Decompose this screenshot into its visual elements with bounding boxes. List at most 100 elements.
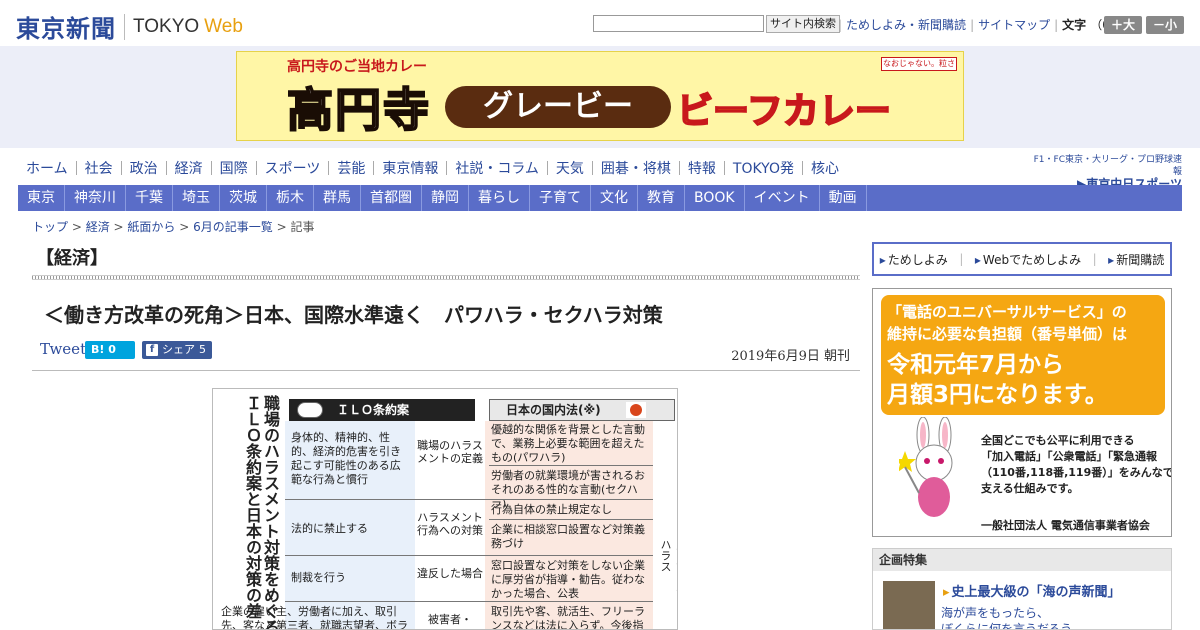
section-divider [32, 275, 860, 280]
font-size-decrease-button[interactable]: －小 [1146, 16, 1184, 34]
figure-cell: 行為自体の禁止規定なし [491, 503, 612, 516]
ad-line-3: 令和元年7月から [887, 352, 1065, 378]
web-trial-button[interactable]: Webでためしよみ [975, 251, 1081, 268]
nav-home[interactable]: ホーム [18, 158, 76, 178]
ad-line-4: 月額3円になります。 [887, 382, 1108, 408]
chunichi-tagline: F1・FC東京・大リーグ・プロ野球速報 [1033, 155, 1182, 177]
search-input[interactable] [593, 15, 764, 32]
hatena-bookmark-button[interactable]: B! 0 [85, 341, 135, 359]
breadcrumb: トップ > 経済 > 紙面から > 6月の記事一覧 > 記事 [32, 220, 315, 234]
nav-politics[interactable]: 政治 [122, 158, 166, 178]
figure-row-label: 違反した場合 [417, 567, 483, 580]
nav2-shutoken[interactable]: 首都圏 [361, 185, 422, 211]
article-headline: ＜働き方改革の死角＞日本、国際水準遠く パワハラ・セクハラ対策 [44, 303, 663, 327]
nav-kakushin[interactable]: 核心 [803, 158, 847, 178]
secondary-nav: 東京 神奈川 千葉 埼玉 茨城 栃木 群馬 首都圏 静岡 暮らし 子育て 文化 … [18, 185, 1182, 211]
banner-beef-text: ビーフカレー [676, 90, 892, 133]
feature-heading: 企画特集 [873, 549, 1171, 571]
nav2-education[interactable]: 教育 [638, 185, 685, 211]
feature-thumbnail[interactable] [883, 581, 935, 629]
figure-title: 職場のハラスメント対策をめぐるＩＬＯ条約案と日本の対策の差 [243, 395, 280, 630]
nav2-parenting[interactable]: 子育て [530, 185, 591, 211]
japan-flag-dot [630, 404, 642, 416]
curry-ad-banner[interactable]: 高円寺のご当地カレー 高円寺 グレービー ビーフカレー なおじゃない。粒さ [236, 51, 964, 141]
breadcrumb-current: 記事 [290, 220, 315, 234]
breadcrumb-june-list[interactable]: 6月の記事一覧 [193, 220, 273, 234]
banner-main-text: 高円寺 [286, 82, 431, 138]
feature-description[interactable]: 海が声をもったら、 [941, 604, 1049, 621]
site-search-button[interactable]: サイト内検索 [766, 15, 840, 33]
nav-igo-shogi[interactable]: 囲碁・将棋 [593, 158, 679, 178]
figure-cell: 法的に禁止する [291, 522, 368, 535]
nav-international[interactable]: 国際 [212, 158, 256, 178]
nav2-living[interactable]: 暮らし [469, 185, 530, 211]
feature-title-link[interactable]: 史上最大級の「海の声新聞」 [943, 581, 1121, 600]
nav2-tokyo[interactable]: 東京 [18, 185, 65, 211]
breadcrumb-print[interactable]: 紙面から [127, 220, 175, 234]
top-links: | ためしよみ・新聞購読 | サイトマップ | 文字 （0） [834, 16, 1122, 33]
section-label: 【経済】 [36, 248, 108, 269]
banner-tag: なおじゃない。粒さ [881, 57, 957, 71]
nav2-book[interactable]: BOOK [685, 185, 745, 211]
article-figure[interactable]: 職場のハラスメント対策をめぐるＩＬＯ条約案と日本の対策の差 ＩＬＯ条約案 日本の… [212, 388, 678, 630]
nav2-culture[interactable]: 文化 [591, 185, 638, 211]
nav-special-report[interactable]: 特報 [680, 158, 724, 178]
feature-box: 企画特集 史上最大級の「海の声新聞」 海が声をもったら、 ぼくらに何を言うだろう [872, 548, 1172, 630]
nav-economy[interactable]: 経済 [167, 158, 211, 178]
facebook-icon: f [146, 344, 158, 356]
figure-cell: 企業の雇い主、労働者に加え、取引先、客など第三者、就職志望者、ボラン [221, 605, 408, 630]
figure-cell: 優越的な関係を背景とした言動で、業務上必要な範囲を超えたもの(パワハラ) [491, 423, 645, 464]
nav-weather[interactable]: 天気 [548, 158, 592, 178]
font-size-label: 文字 [1062, 18, 1087, 32]
figure-cell: 企業に相談窓口設置など対策義務づけ [491, 523, 645, 550]
site-logo[interactable]: 東京新聞 TOKYO Web [16, 9, 243, 44]
figure-cell: 制裁を行う [291, 571, 346, 584]
ad-line-2: 維持に必要な負担額（番号単価）は [887, 325, 1128, 343]
article-rule [32, 370, 860, 371]
logo-text-jp: 東京新聞 [16, 14, 116, 43]
nav2-gunma[interactable]: 群馬 [314, 185, 361, 211]
nav-entertainment[interactable]: 芸能 [329, 158, 373, 178]
logo-text-tokyo: TOKYO [133, 15, 200, 37]
breadcrumb-economy[interactable]: 経済 [86, 220, 110, 234]
nav2-events[interactable]: イベント [745, 185, 820, 211]
nav2-shizuoka[interactable]: 静岡 [422, 185, 469, 211]
facebook-share-button[interactable]: f シェア 5 [142, 341, 212, 359]
trial-reading-button[interactable]: ためしよみ [880, 251, 948, 268]
rabbit-mascot-icon [899, 417, 953, 517]
link-trial-subscribe[interactable]: ためしよみ・新聞購読 [846, 16, 966, 33]
font-size-increase-button[interactable]: ＋大 [1104, 16, 1142, 34]
nav2-ibaraki[interactable]: 茨城 [220, 185, 267, 211]
top-bar: 東京新聞 TOKYO Web サイト内検索 | ためしよみ・新聞購読 | サイト… [0, 0, 1200, 46]
ad-body-text: 全国どこでも公平に利用できる 「加入電話」「公衆電話」「緊急通報 （110番,1… [981, 434, 1172, 495]
nav2-saitama[interactable]: 埼玉 [173, 185, 220, 211]
nav-tokyo-hatsu[interactable]: TOKYO発 [725, 158, 802, 178]
nav2-kanagawa[interactable]: 神奈川 [65, 185, 126, 211]
ilo-logo-icon [297, 402, 323, 418]
tweet-button[interactable]: Tweet [40, 340, 86, 358]
nav-sports[interactable]: スポーツ [257, 158, 329, 178]
ad-line-1: 「電話のユニバーサルサービス」の [887, 303, 1127, 321]
nav2-video[interactable]: 動画 [820, 185, 867, 211]
banner-subtitle: 高円寺のご当地カレー [287, 59, 427, 75]
nav2-tochigi[interactable]: 栃木 [267, 185, 314, 211]
nav-society[interactable]: 社会 [77, 158, 121, 178]
logo-divider [124, 13, 125, 40]
link-sitemap[interactable]: サイトマップ [978, 16, 1050, 33]
universal-service-ad[interactable]: 「電話のユニバーサルサービス」の 維持に必要な負担額（番号単価）は 令和元年7月… [872, 288, 1172, 537]
subscription-buttons: ためしよみ | Webでためしよみ | 新聞購読 [872, 242, 1172, 276]
figure-row-label: 被害者・ [428, 613, 472, 626]
nav2-chiba[interactable]: 千葉 [126, 185, 173, 211]
breadcrumb-top[interactable]: トップ [32, 220, 68, 234]
nav-tokyo-info[interactable]: 東京情報 [374, 158, 446, 178]
logo-text-web: Web [204, 15, 243, 37]
figure-cell: 窓口設置など対策をしない企業に厚労省が指導・勧告。従わなかった場合、公表 [491, 559, 645, 600]
figure-cell: 身体的、精神的、性的、経済的危害を引き起こす可能性のある広範な行為と慣行 [291, 431, 401, 486]
subscribe-button[interactable]: 新聞購読 [1108, 251, 1164, 268]
nav-editorial[interactable]: 社説・コラム [447, 158, 547, 178]
figure-jp-header: 日本の国内法(※) [489, 399, 675, 421]
figure-footnote: （※）女性活躍・ハラス [659, 539, 677, 629]
figure-row-label: 職場のハラスメントの定義 [417, 439, 483, 465]
feature-description[interactable]: ぼくらに何を言うだろう [941, 620, 1072, 629]
article-date: 2019年6月9日 朝刊 [731, 349, 850, 364]
